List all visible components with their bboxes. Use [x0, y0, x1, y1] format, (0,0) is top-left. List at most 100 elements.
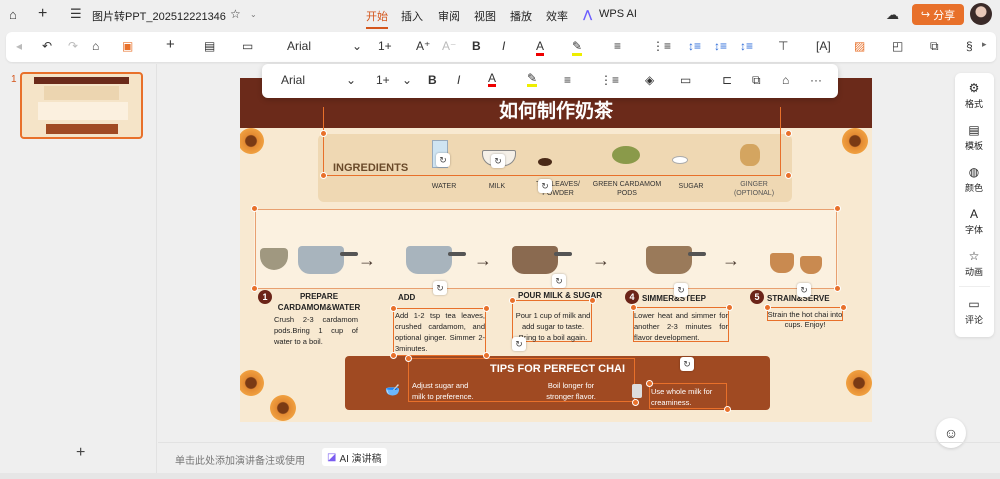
step-body[interactable]: Crush 2-3 cardamom pods.Bring 1 cup of w…: [274, 314, 358, 347]
panel-color-button[interactable]: ◍ 颜色: [952, 165, 996, 194]
rotate-handle-icon[interactable]: ↻: [797, 283, 811, 297]
format-painter-icon[interactable]: ⌂: [92, 39, 99, 53]
resize-handle[interactable]: [764, 304, 771, 311]
float-font-select[interactable]: Arial: [281, 73, 305, 87]
ingredient-milk[interactable]: MILK: [480, 182, 514, 191]
ingredients-heading[interactable]: INGREDIENTS: [333, 162, 408, 174]
section-icon[interactable]: ▭: [242, 39, 253, 53]
highlight-icon[interactable]: ✎: [572, 39, 583, 56]
insert-icon[interactable]: +: [166, 36, 175, 53]
panel-comment-button[interactable]: ▭ 评论: [952, 297, 996, 326]
ai-speech-button[interactable]: ◪ AI 演讲稿: [322, 448, 387, 466]
resize-handle[interactable]: [632, 399, 639, 406]
resize-handle[interactable]: [320, 130, 327, 137]
home-icon[interactable]: ⌂: [9, 7, 17, 22]
resize-handle[interactable]: [251, 205, 258, 212]
tip-text[interactable]: Use whole milk for creaminess.: [651, 386, 727, 408]
more-tools-icon[interactable]: §: [966, 39, 973, 53]
resize-handle[interactable]: [483, 305, 490, 312]
menu-icon[interactable]: ☰: [70, 6, 82, 22]
chevron-down-icon[interactable]: ⌄: [346, 73, 356, 87]
slide-canvas[interactable]: 如何制作奶茶 INGREDIENTS WATER MILK TEA LEAVES…: [240, 78, 872, 422]
font-size-select[interactable]: 1+: [378, 39, 392, 53]
add-slide-button[interactable]: +: [76, 444, 85, 462]
redo-icon[interactable]: ↷: [68, 39, 78, 53]
resize-handle[interactable]: [630, 304, 637, 311]
panel-font-button[interactable]: A 字体: [952, 207, 996, 236]
float-bold-button[interactable]: B: [428, 73, 437, 87]
resize-handle[interactable]: [405, 355, 412, 362]
align-center-icon[interactable]: ≡: [614, 39, 621, 53]
slide-thumbnail[interactable]: [20, 72, 143, 139]
star-icon[interactable]: ☆: [230, 7, 241, 21]
new-tab-icon[interactable]: +: [38, 5, 47, 23]
chevron-down-icon[interactable]: ⌄: [352, 39, 362, 53]
cloud-sync-icon[interactable]: ☁: [886, 7, 899, 23]
text-align-top-icon[interactable]: ⊤: [778, 39, 788, 53]
float-arrange-icon[interactable]: ⧉: [752, 73, 761, 88]
shape-icon[interactable]: ◰: [892, 39, 903, 53]
italic-button[interactable]: I: [502, 39, 505, 53]
undo-icon[interactable]: ↶: [42, 39, 52, 53]
bold-button[interactable]: B: [472, 39, 481, 53]
tab-play[interactable]: 播放: [510, 8, 532, 24]
step-title[interactable]: PREPARE CARDAMOM&WATER: [274, 291, 364, 313]
chevron-down-icon[interactable]: ⌄: [402, 73, 412, 87]
bullet-list-icon[interactable]: ⋮≡: [652, 39, 671, 53]
font-color-icon[interactable]: A: [536, 39, 545, 56]
step-body[interactable]: Add 1-2 tsp tea leaves, crushed cardamom…: [395, 310, 485, 354]
float-align-left-icon[interactable]: ⊏: [722, 73, 732, 87]
rotate-handle-icon[interactable]: ↻: [680, 357, 694, 371]
tab-view[interactable]: 视图: [474, 8, 496, 24]
new-slide-icon[interactable]: ▣: [122, 39, 133, 53]
share-button[interactable]: ↪ 分享: [912, 4, 964, 25]
assistant-mascot-icon[interactable]: ☺: [936, 418, 966, 448]
tab-start[interactable]: 开始: [366, 8, 388, 29]
resize-handle[interactable]: [483, 352, 490, 359]
step-title[interactable]: ADD: [398, 293, 415, 302]
step-body[interactable]: Strain the hot chai into cups. Enjoy!: [767, 310, 843, 330]
resize-handle[interactable]: [726, 304, 733, 311]
float-font-color-icon[interactable]: A: [488, 72, 497, 87]
rotate-handle-icon[interactable]: ↻: [436, 153, 450, 167]
resize-handle[interactable]: [840, 304, 847, 311]
avatar[interactable]: [970, 3, 992, 25]
ingredient-water[interactable]: WATER: [424, 182, 464, 191]
picture-icon[interactable]: ▨: [854, 39, 865, 53]
float-italic-button[interactable]: I: [457, 73, 460, 87]
resize-handle[interactable]: [724, 406, 731, 413]
resize-handle[interactable]: [646, 380, 653, 387]
step-body[interactable]: Lower heat and simmer for another 2-3 mi…: [634, 310, 728, 343]
collapse-left-icon[interactable]: ◂: [16, 39, 22, 53]
tab-wps-ai[interactable]: WPS AI: [599, 8, 637, 20]
paragraph-spacing-icon[interactable]: ↕≡: [714, 39, 727, 53]
decrease-font-icon[interactable]: A⁻: [442, 39, 456, 53]
resize-handle[interactable]: [785, 172, 792, 179]
resize-handle[interactable]: [320, 172, 327, 179]
resize-handle[interactable]: [251, 285, 258, 292]
rotate-handle-icon[interactable]: ↻: [538, 179, 552, 193]
float-highlight-icon[interactable]: ✎: [527, 72, 538, 87]
rotate-handle-icon[interactable]: ↻: [674, 283, 688, 297]
arrange-icon[interactable]: ⧉: [930, 39, 939, 54]
font-select[interactable]: Arial: [287, 39, 311, 53]
resize-handle[interactable]: [785, 130, 792, 137]
more-icon[interactable]: ···: [810, 73, 822, 87]
ingredient-ginger[interactable]: GINGER (OPTIONAL): [730, 180, 778, 198]
float-border-icon[interactable]: ▭: [680, 73, 691, 87]
ingredient-cardamom[interactable]: GREEN CARDAMOM PODS: [587, 180, 667, 198]
layout-icon[interactable]: ▤: [204, 39, 215, 53]
panel-template-button[interactable]: ▤ 模板: [952, 123, 996, 152]
rotate-handle-icon[interactable]: ↻: [552, 274, 566, 288]
ingredient-sugar[interactable]: SUGAR: [671, 182, 711, 191]
rotate-handle-icon[interactable]: ↻: [491, 154, 505, 168]
increase-font-icon[interactable]: A⁺: [416, 39, 430, 53]
chevron-down-icon[interactable]: ⌄: [250, 10, 257, 19]
text-spacing-icon[interactable]: ↕≡: [740, 39, 753, 53]
textbox-icon[interactable]: [A]: [816, 39, 831, 53]
tab-efficiency[interactable]: 效率: [546, 8, 568, 24]
float-align-icon[interactable]: ≡: [564, 73, 571, 87]
scroll-right-icon[interactable]: ▸: [982, 39, 987, 50]
tip-text[interactable]: Boil longer for stronger flavor.: [535, 380, 607, 402]
float-fill-icon[interactable]: ◈: [645, 73, 654, 87]
